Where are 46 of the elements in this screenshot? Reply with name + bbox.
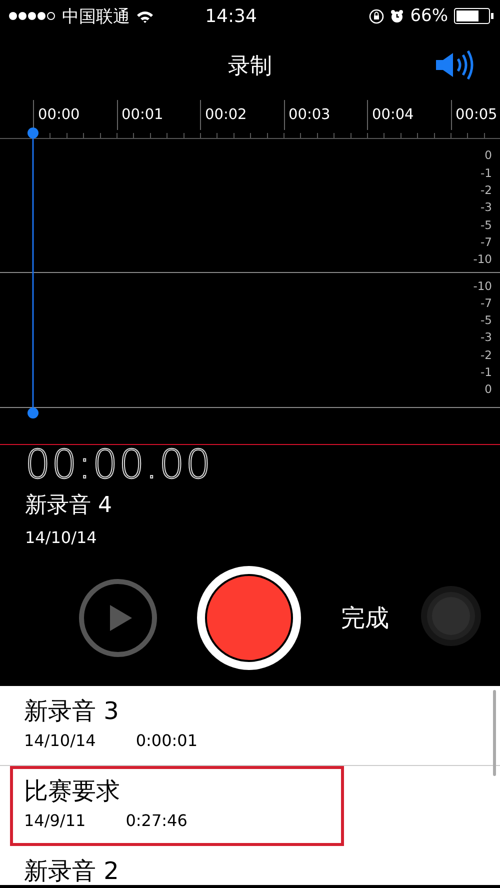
level-label: -5 — [480, 216, 492, 234]
level-label: -10 — [473, 278, 492, 294]
carrier-name: 中国联通 — [62, 6, 130, 28]
play-icon — [108, 603, 134, 633]
time-marker: 00:02 — [205, 107, 247, 123]
level-label: -3 — [480, 199, 492, 216]
recording-title[interactable]: 比赛要求 — [24, 776, 344, 806]
recording-title[interactable]: 新录音 2 — [24, 856, 500, 885]
level-label: -10 — [473, 251, 492, 268]
level-label: -2 — [480, 346, 492, 364]
recording-duration: 0:27:46 — [126, 810, 188, 832]
screen-title: 录制 — [228, 53, 272, 81]
level-label: 0 — [484, 147, 492, 164]
playhead[interactable] — [27, 127, 39, 419]
battery-percent: 66% — [410, 6, 448, 26]
level-label: -3 — [480, 329, 492, 346]
play-button[interactable] — [79, 579, 157, 657]
level-label: -1 — [480, 364, 492, 381]
alarm-clock-icon — [390, 9, 404, 23]
level-label: -2 — [480, 182, 492, 200]
done-button[interactable]: 完成 — [341, 602, 389, 634]
battery-icon — [454, 8, 494, 24]
rotation-lock-icon — [369, 8, 384, 24]
level-label: -5 — [480, 312, 492, 330]
recording-name: 新录音 4 — [24, 492, 113, 520]
recording-row[interactable]: 新录音 2 — [0, 846, 500, 885]
recording-date: 14/9/11 — [24, 810, 86, 832]
speaker-icon[interactable] — [434, 50, 476, 80]
time-marker: 00:03 — [288, 107, 330, 123]
status-time: 14:34 — [205, 6, 258, 26]
time-marker: 00:05 — [456, 107, 498, 123]
time-marker: 00:01 — [122, 107, 164, 123]
level-label: 0 — [484, 381, 492, 398]
level-label: -1 — [480, 164, 492, 182]
time-marker: 00:00 — [38, 107, 80, 123]
signal-icon — [8, 11, 56, 21]
level-label: -7 — [480, 234, 492, 251]
recording-title[interactable]: 新录音 3 — [24, 696, 500, 726]
recording-duration: 0:00:01 — [136, 730, 198, 752]
wifi-icon — [136, 10, 154, 22]
time-marker: 00:04 — [372, 107, 414, 123]
elapsed-time: 00:00.00 — [24, 441, 213, 489]
recording-date: 14/10/14 — [24, 730, 96, 752]
recording-date: 14/10/14 — [24, 527, 98, 549]
level-label: -7 — [480, 294, 492, 312]
scrollbar[interactable] — [493, 690, 496, 776]
